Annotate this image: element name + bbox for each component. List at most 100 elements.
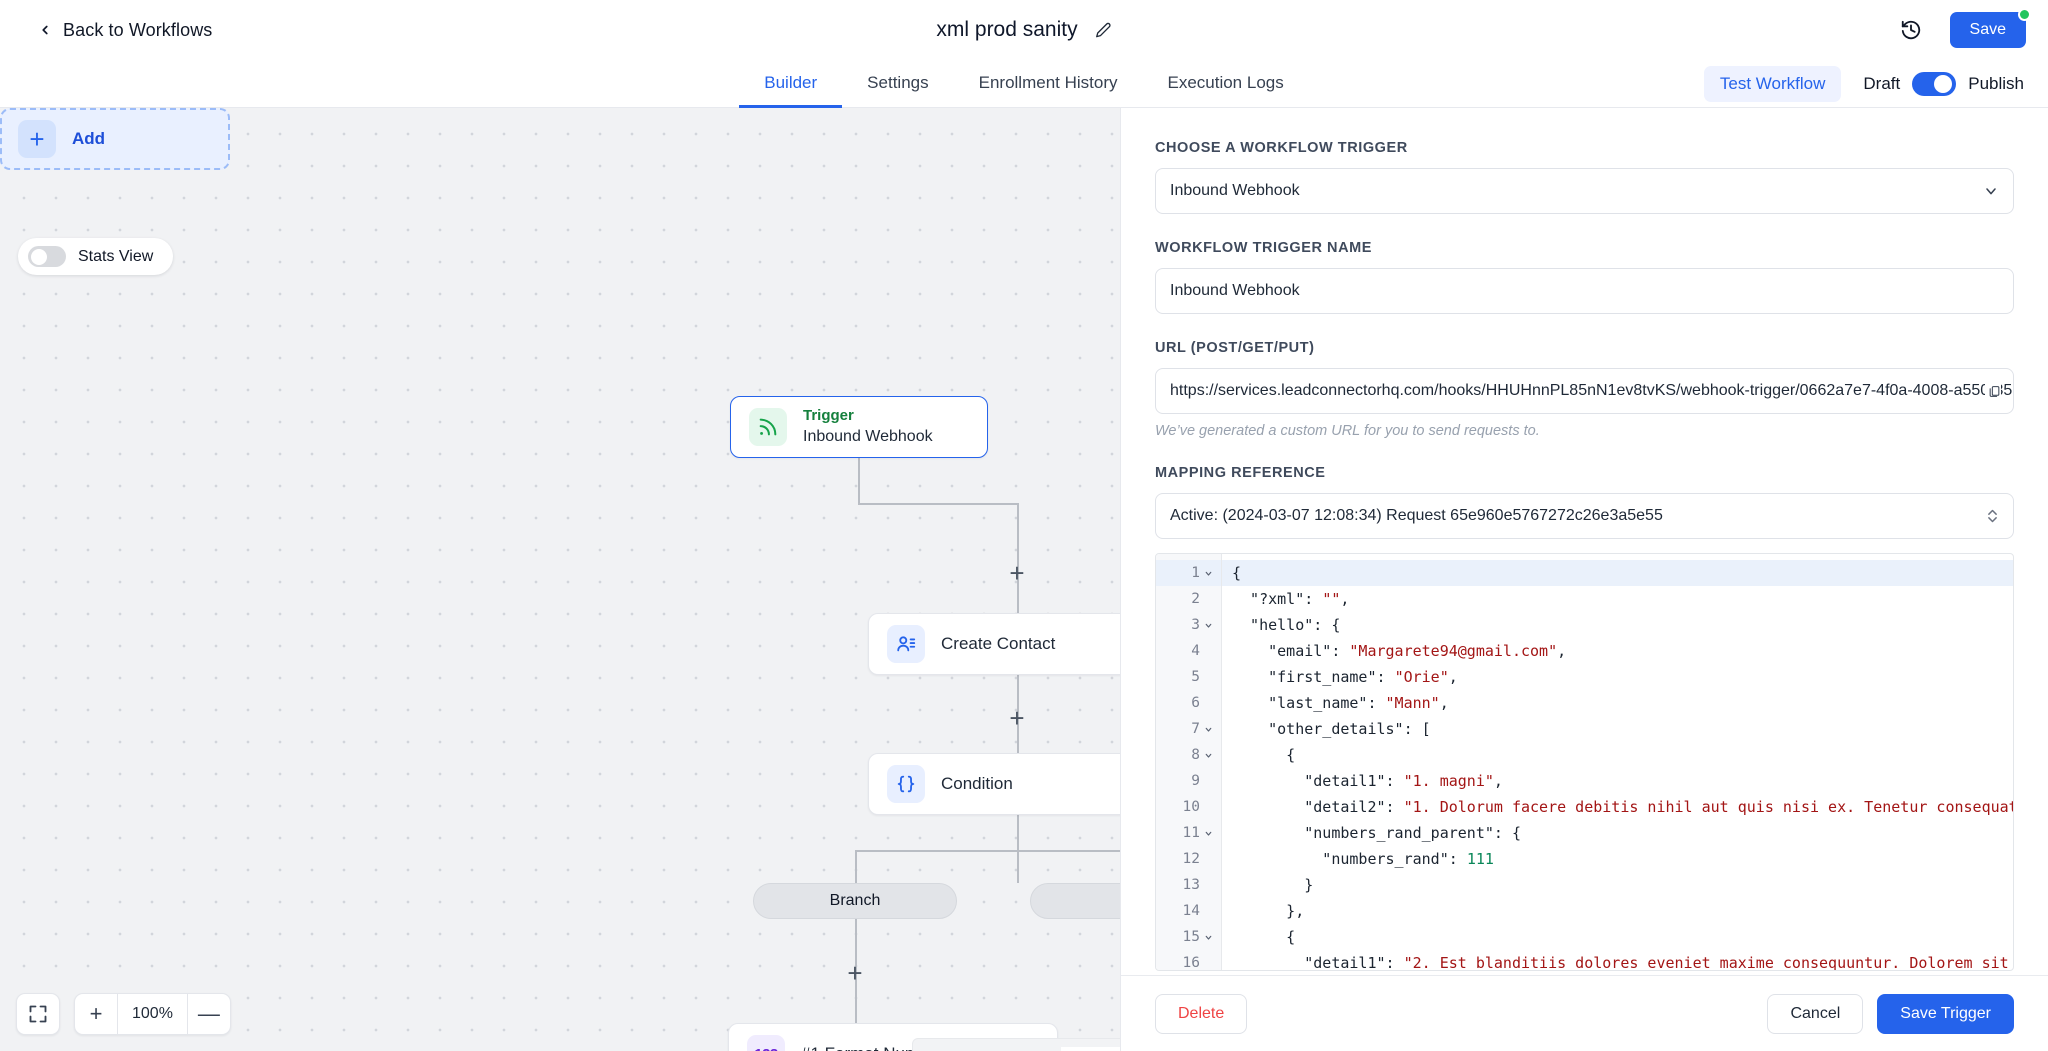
body-split: Stats View + + + + T bbox=[0, 108, 2048, 1051]
zoom-stepper: + 100% — bbox=[74, 993, 231, 1035]
delete-button[interactable]: Delete bbox=[1155, 994, 1247, 1034]
zoom-level-label: 100% bbox=[118, 994, 187, 1034]
add-step-button[interactable]: + bbox=[1004, 560, 1030, 586]
skeleton-surface bbox=[1061, 1047, 1120, 1051]
editor-code-area[interactable]: { "?xml": "", "hello": { "email": "Marga… bbox=[1222, 554, 2013, 970]
webhook-url-value: https://services.leadconnectorhq.com/hoo… bbox=[1170, 382, 2014, 400]
editor-line-number: 3 bbox=[1156, 612, 1221, 638]
stats-view-switch[interactable] bbox=[28, 246, 66, 267]
fold-chevron-icon[interactable] bbox=[1204, 751, 1213, 760]
panel-body: CHOOSE A WORKFLOW TRIGGER Inbound Webhoo… bbox=[1121, 108, 2048, 975]
zoom-out-button[interactable]: — bbox=[188, 994, 230, 1034]
publish-label: Publish bbox=[1968, 74, 2024, 94]
fold-chevron-icon[interactable] bbox=[1204, 725, 1213, 734]
line-number: 1 bbox=[1191, 565, 1200, 581]
field-label: CHOOSE A WORKFLOW TRIGGER bbox=[1155, 140, 2014, 156]
add-step-button[interactable]: + bbox=[1004, 705, 1030, 731]
test-workflow-button[interactable]: Test Workflow bbox=[1704, 66, 1842, 102]
tab-enrollment-history[interactable]: Enrollment History bbox=[954, 61, 1143, 108]
editor-line-number: 12 bbox=[1156, 846, 1221, 872]
pencil-icon[interactable] bbox=[1096, 22, 1112, 38]
branch-label: Branch bbox=[830, 892, 881, 910]
line-number: 8 bbox=[1191, 747, 1200, 763]
trigger-config-panel: CHOOSE A WORKFLOW TRIGGER Inbound Webhoo… bbox=[1120, 108, 2048, 1051]
editor-code-line: "email": "Margarete94@gmail.com", bbox=[1222, 638, 2013, 664]
tab-execution-logs[interactable]: Execution Logs bbox=[1142, 61, 1308, 108]
editor-line-number: 9 bbox=[1156, 768, 1221, 794]
canvas-node-trigger[interactable]: Trigger Inbound Webhook bbox=[730, 396, 988, 458]
canvas-node-condition[interactable]: Condition bbox=[868, 753, 1120, 815]
editor-line-number: 14 bbox=[1156, 898, 1221, 924]
canvas-branch-b[interactable] bbox=[1030, 883, 1120, 919]
fold-chevron-icon[interactable] bbox=[1204, 621, 1213, 630]
publish-toggle[interactable] bbox=[1912, 72, 1956, 96]
trigger-node-text: Trigger Inbound Webhook bbox=[803, 407, 933, 448]
tab-list: Builder Settings Enrollment History Exec… bbox=[739, 60, 1308, 107]
editor-line-number: 11 bbox=[1156, 820, 1221, 846]
stats-view-label: Stats View bbox=[78, 248, 153, 266]
editor-line-number: 5 bbox=[1156, 664, 1221, 690]
webhook-url-input[interactable]: https://services.leadconnectorhq.com/hoo… bbox=[1155, 368, 2014, 414]
fit-view-button[interactable] bbox=[16, 993, 60, 1035]
plus-icon: + bbox=[18, 120, 56, 158]
tab-settings[interactable]: Settings bbox=[842, 61, 953, 108]
add-step-button[interactable]: + bbox=[842, 960, 868, 986]
editor-code-line: "detail1": "1. magni", bbox=[1222, 768, 2013, 794]
zoom-controls: + 100% — bbox=[16, 993, 231, 1035]
line-number: 14 bbox=[1183, 903, 1200, 919]
node-label: Condition bbox=[941, 774, 1013, 794]
draft-label: Draft bbox=[1863, 74, 1900, 94]
line-number: 15 bbox=[1183, 929, 1200, 945]
123-icon: 123 bbox=[747, 1035, 785, 1051]
toggle-knob bbox=[31, 249, 47, 265]
tab-bar: Builder Settings Enrollment History Exec… bbox=[0, 60, 2048, 108]
tab-bar-actions: Test Workflow Draft Publish bbox=[1704, 60, 2024, 107]
json-payload-editor[interactable]: 1234567891011121314151617181920 { "?xml"… bbox=[1155, 553, 2014, 971]
fold-chevron-icon[interactable] bbox=[1204, 933, 1213, 942]
save-trigger-button[interactable]: Save Trigger bbox=[1877, 994, 2014, 1034]
connector-line bbox=[858, 458, 860, 503]
unsaved-changes-badge bbox=[2018, 8, 2031, 21]
editor-code-line: }, bbox=[1222, 898, 2013, 924]
panel-footer: Delete Cancel Save Trigger bbox=[1121, 975, 2048, 1051]
line-number: 13 bbox=[1183, 877, 1200, 893]
workflow-trigger-name-input[interactable]: Inbound Webhook bbox=[1155, 268, 2014, 314]
stats-view-toggle[interactable]: Stats View bbox=[18, 238, 173, 275]
workflow-title-group: xml prod sanity bbox=[936, 18, 1111, 42]
workflow-builder-app: Back to Workflows xml prod sanity Save B… bbox=[0, 0, 2048, 1051]
editor-code-line: "hello": { bbox=[1222, 612, 2013, 638]
editor-code-line: { bbox=[1222, 560, 2013, 586]
fit-view-icon-button[interactable] bbox=[17, 994, 59, 1034]
back-to-workflows-label: Back to Workflows bbox=[63, 20, 212, 41]
copy-clipboard-icon[interactable] bbox=[1985, 383, 2001, 400]
zoom-in-button[interactable]: + bbox=[75, 994, 117, 1034]
back-to-workflows-button[interactable]: Back to Workflows bbox=[38, 20, 212, 41]
editor-code-line: { bbox=[1222, 742, 2013, 768]
workflow-canvas[interactable]: Stats View + + + + T bbox=[0, 108, 1120, 1051]
canvas-branch-a[interactable]: Branch bbox=[753, 883, 957, 919]
trigger-node-kicker: Trigger bbox=[803, 407, 933, 426]
editor-line-number: 10 bbox=[1156, 794, 1221, 820]
editor-line-number: 2 bbox=[1156, 586, 1221, 612]
fold-chevron-icon[interactable] bbox=[1204, 569, 1213, 578]
history-clock-icon[interactable] bbox=[1900, 19, 1922, 41]
editor-code-line: "numbers_rand_parent": { bbox=[1222, 820, 2013, 846]
canvas-node-create-contact[interactable]: Create Contact bbox=[868, 613, 1120, 675]
save-button[interactable]: Save bbox=[1950, 12, 2026, 48]
workflow-trigger-name-value: Inbound Webhook bbox=[1170, 282, 1300, 300]
chevron-down-icon bbox=[1983, 183, 1999, 199]
fold-chevron-icon[interactable] bbox=[1204, 829, 1213, 838]
canvas-node-add-goal[interactable]: + Add bbox=[0, 108, 230, 170]
editor-code-line: "numbers_rand": 111 bbox=[1222, 846, 2013, 872]
line-number: 12 bbox=[1183, 851, 1200, 867]
workflow-trigger-select[interactable]: Inbound Webhook bbox=[1155, 168, 2014, 214]
tab-builder[interactable]: Builder bbox=[739, 61, 842, 108]
mapping-reference-select[interactable]: Active: (2024-03-07 12:08:34) Request 65… bbox=[1155, 493, 2014, 539]
curly-braces-icon bbox=[887, 765, 925, 803]
field-label: WORKFLOW TRIGGER NAME bbox=[1155, 240, 2014, 256]
connector-line bbox=[855, 850, 857, 883]
cancel-button[interactable]: Cancel bbox=[1767, 994, 1863, 1034]
node-label: Create Contact bbox=[941, 634, 1055, 654]
editor-line-number: 1 bbox=[1156, 560, 1221, 586]
editor-line-number: 7 bbox=[1156, 716, 1221, 742]
